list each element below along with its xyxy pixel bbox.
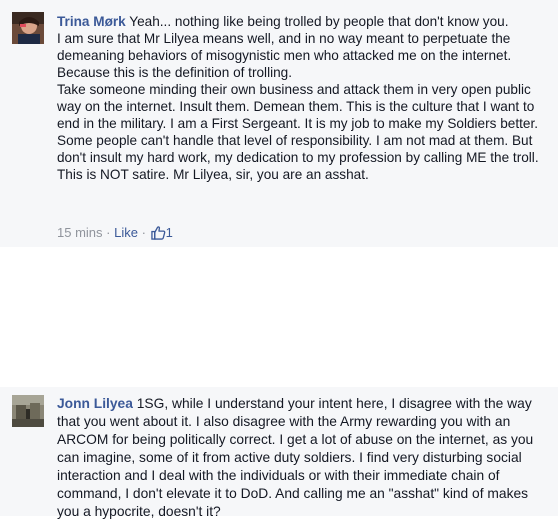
meta-separator: · [141,225,146,240]
comment-body-jonn: Jonn Lilyea 1SG, while I understand your… [57,395,550,521]
avatar-trina[interactable] [12,12,44,44]
like-button[interactable]: Like [114,225,138,240]
author-link-trina[interactable]: Trina Mørk [57,14,126,29]
comment-paragraph: Jonn Lilyea 1SG, while I understand your… [57,395,550,521]
thumbs-up-icon[interactable] [150,225,166,244]
comment-text: Yeah... nothing like being trolled by pe… [129,14,509,29]
like-count[interactable]: 1 [166,225,173,240]
comment-trina: Trina Mørk Yeah... nothing like being tr… [0,0,558,247]
comment-paragraph: Trina Mørk Yeah... nothing like being tr… [57,13,550,30]
comment-meta: 15 mins · Like · 1 [57,224,173,244]
comment-paragraph: Take someone minding their own business … [57,82,539,165]
meta-separator: · [106,225,111,240]
comment-text: 1SG, while I understand your intent here… [57,396,534,519]
comment-paragraph: I am sure that Mr Lilyea means well, and… [57,31,512,80]
author-link-jonn[interactable]: Jonn Lilyea [57,396,133,411]
timestamp[interactable]: 15 mins [57,225,103,240]
avatar-jonn[interactable] [12,395,44,427]
comment-body-trina: Trina Mørk Yeah... nothing like being tr… [57,13,550,183]
comment-paragraph: This is NOT satire. Mr Lilyea, sir, you … [57,167,369,182]
comment-jonn: Jonn Lilyea 1SG, while I understand your… [0,387,558,519]
